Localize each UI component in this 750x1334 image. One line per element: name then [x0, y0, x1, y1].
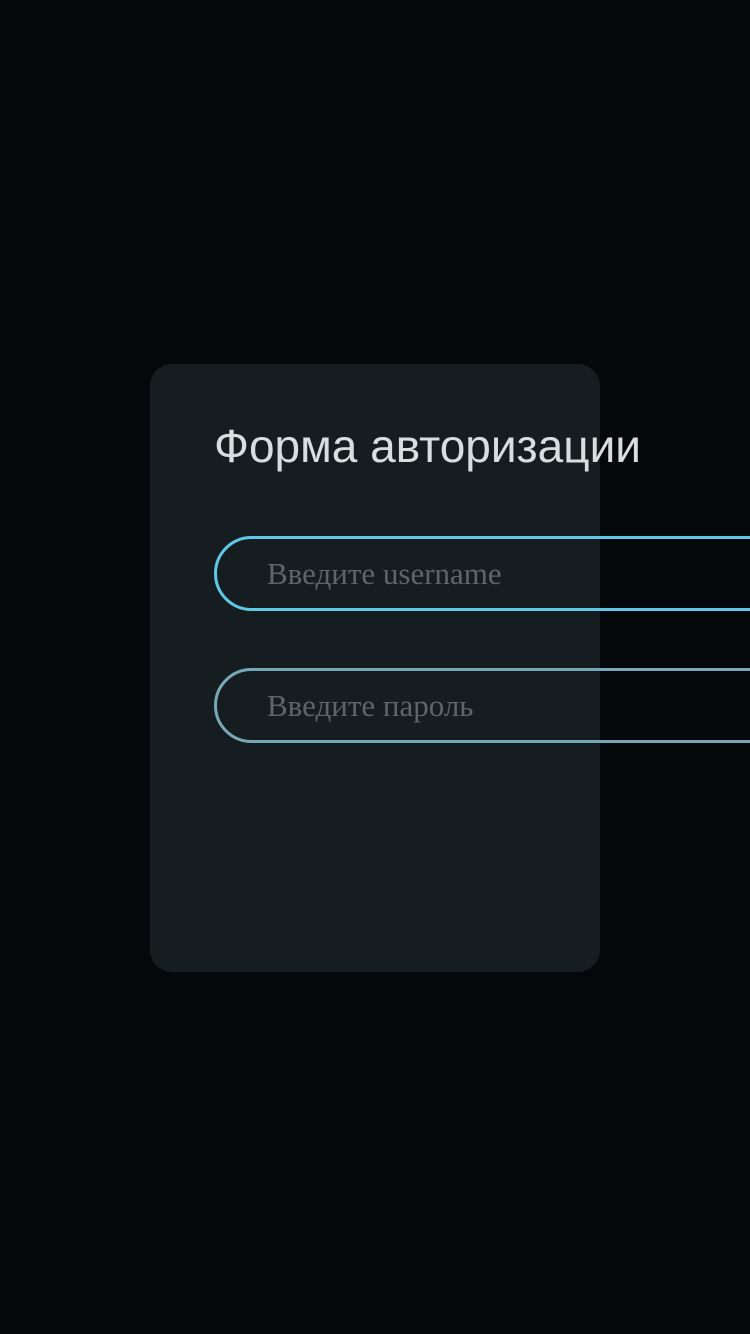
- form-title: Форма авторизации: [214, 420, 641, 472]
- password-input[interactable]: [214, 668, 750, 743]
- screen: Форма авторизации: [0, 0, 750, 1334]
- username-input[interactable]: [214, 536, 750, 611]
